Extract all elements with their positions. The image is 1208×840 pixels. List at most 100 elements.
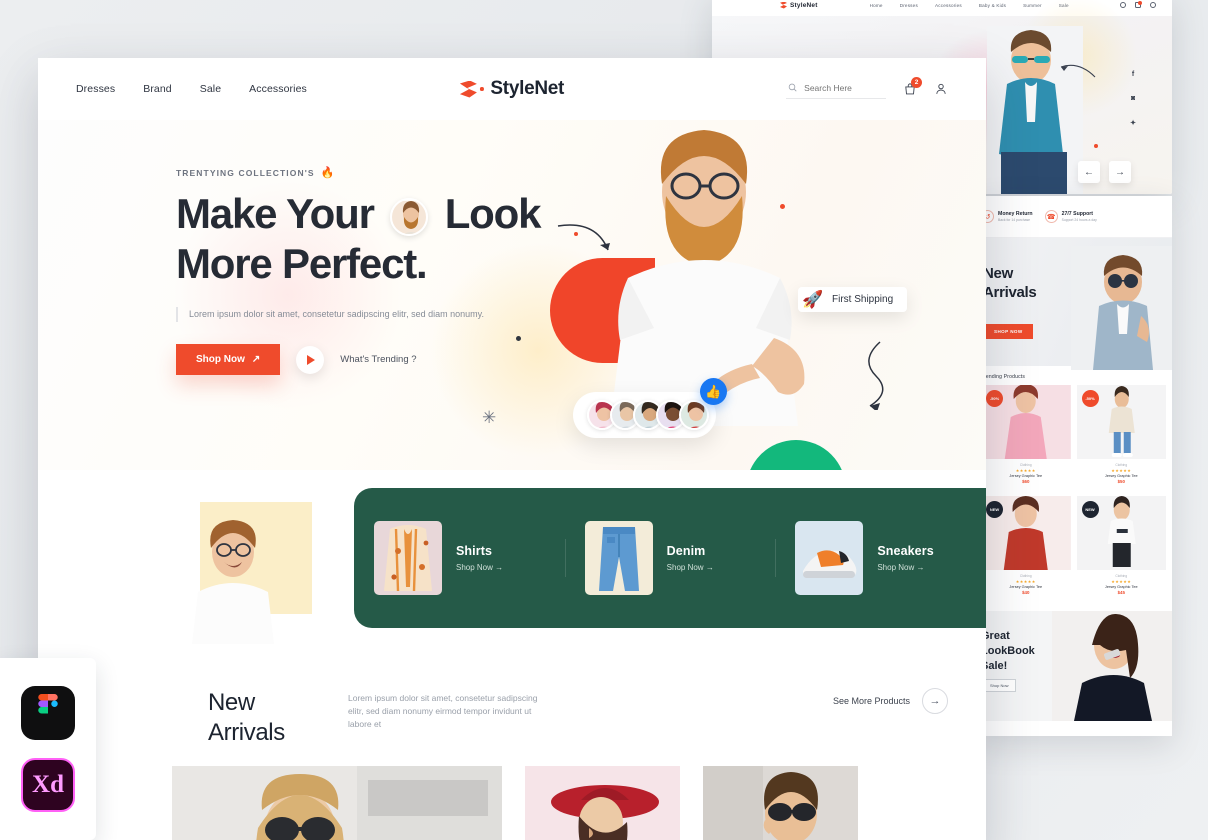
categories-section: Shirts Shop Now → Denim Shop Now → Sneak… [38, 488, 986, 648]
new-arrivals-section: New Arrivals Lorem ipsum dolor sit amet,… [38, 648, 986, 748]
product-tile[interactable] [525, 766, 680, 840]
thumbs-up-badge: 👍 [700, 378, 727, 405]
hero-section: TRENTYING COLLECTION'S 🔥 Make Your Look … [38, 120, 986, 470]
slider-prev-button[interactable]: ← [1078, 161, 1100, 183]
feature-money-return: ↺ Money Return Back for 14 purchase [981, 210, 1033, 223]
user-icon[interactable] [1150, 2, 1156, 8]
hero-title-line2: More Perfect. [176, 240, 428, 287]
search-icon [788, 83, 797, 92]
secondary-panel-logo[interactable]: StyleNet [780, 1, 818, 9]
social-links: f ◙ ✦ [1130, 71, 1136, 127]
secondary-nav-item-accessories[interactable]: Accessories [935, 3, 962, 8]
category-side-photo [180, 502, 312, 644]
feature-title: Money Return [998, 211, 1033, 217]
sneaker-illustration [795, 521, 864, 595]
shop-now-text: Shop Now [666, 563, 704, 572]
twitter-icon[interactable]: ✦ [1130, 119, 1136, 127]
product-tiles-row [38, 748, 986, 840]
stylenet-logo-icon [780, 1, 787, 9]
product-price: $40 [1022, 590, 1030, 595]
feature-subtitle: Support 24 hours a day [1061, 218, 1097, 222]
category-shop-now-link[interactable]: Shop Now → [877, 563, 933, 572]
category-text: Denim Shop Now → [667, 544, 714, 572]
whats-trending-label[interactable]: What's Trending ? [340, 354, 416, 365]
hero-title-part1: Make Your [176, 190, 375, 237]
nav-item-brand[interactable]: Brand [143, 83, 172, 95]
denim-product-image [584, 521, 653, 595]
decorative-dot [516, 336, 521, 341]
arrow-up-right-icon: ↗ [251, 354, 261, 365]
arrow-right-icon: → [916, 563, 925, 572]
cart-button[interactable]: 2 [902, 76, 922, 97]
product-meta: Clothing ★★★★★ Jersey Graphic Tee $40 [981, 570, 1071, 601]
product-price: $60 [1022, 479, 1030, 484]
new-arrivals-line2: Arrivals [208, 719, 285, 746]
slider-next-button[interactable]: → [1109, 161, 1131, 183]
product-category: Clothing [1019, 463, 1032, 467]
smiling-man-illustration [192, 520, 274, 644]
secondary-nav-item-home[interactable]: Home [870, 3, 883, 8]
account-button[interactable] [933, 82, 948, 97]
right-panel-shop-now-button[interactable]: SHOP NOW [984, 324, 1033, 339]
play-button[interactable] [296, 345, 325, 374]
product-card[interactable]: NEW Clothing ★★★★★ Jersey Graphic Tee $4… [1076, 496, 1166, 601]
shirt-product-image [374, 521, 442, 595]
product-tile[interactable] [172, 766, 502, 840]
main-header: Dresses Brand Sale Accessories StyleNet [38, 58, 986, 120]
product-card[interactable]: -50% Clothing ★★★★★ Jersey Graphic Tee $… [981, 385, 1071, 490]
decorative-dot [574, 232, 578, 236]
secondary-hero-model-photo [987, 26, 1083, 194]
product-name: Jersey Graphic Tee [1009, 474, 1043, 478]
figma-badge[interactable] [21, 686, 75, 740]
search-icon[interactable] [1120, 2, 1126, 8]
adobe-xd-badge[interactable]: Xd [21, 758, 75, 812]
nav-item-dresses[interactable]: Dresses [76, 83, 115, 95]
trending-products-section: Trending Products -50% Clothing ★★★★★ Je… [975, 366, 1172, 605]
feature-subtitle: Back for 14 purchase [998, 218, 1031, 222]
brand-logo[interactable]: StyleNet [459, 78, 564, 100]
feature-support: ☎ 27/7 Support Support 24 hours a day [1044, 210, 1097, 223]
product-rating: ★★★★★ [1015, 579, 1036, 584]
play-icon [307, 354, 316, 365]
new-arrivals-line1: New [208, 689, 255, 716]
instagram-icon[interactable]: ◙ [1131, 95, 1135, 102]
product-name: Jersey Graphic Tee [1009, 585, 1043, 589]
hero-kicker-text: TRENTYING COLLECTION'S [176, 167, 315, 178]
nav-item-accessories[interactable]: Accessories [249, 83, 307, 95]
discount-badge: -50% [986, 390, 1003, 407]
man-denim-shirt-illustration [987, 26, 1083, 194]
smiling-man-photo [180, 520, 285, 644]
search-box[interactable] [786, 79, 886, 99]
header-actions: 2 [786, 76, 948, 99]
nav-item-sale[interactable]: Sale [200, 83, 221, 95]
product-card[interactable]: -50% Clothing ★★★★★ Jersey Graphic Tee $… [1076, 385, 1166, 490]
shop-now-label: Shop Now [196, 354, 245, 365]
category-card-shirts[interactable]: Shirts Shop Now → [354, 521, 565, 595]
see-more-label: See More Products [832, 696, 910, 706]
sparkle-icon: ✳ [482, 408, 497, 427]
see-more-products-button[interactable]: See More Products → [833, 688, 948, 714]
main-nav: Dresses Brand Sale Accessories [76, 83, 307, 95]
category-card-denim[interactable]: Denim Shop Now → [564, 521, 776, 595]
category-shop-now-link[interactable]: Shop Now → [456, 563, 503, 572]
product-price: $45 [1117, 590, 1125, 595]
right-column-preview-panel: ↺ Money Return Back for 14 purchase ☎ 27… [975, 196, 1172, 736]
product-name: Jersey Graphic Tee [1104, 474, 1138, 478]
category-shop-now-link[interactable]: Shop Now → [667, 563, 714, 572]
support-icon: ☎ [1044, 210, 1058, 223]
shopping-bag-icon[interactable] [1135, 1, 1142, 8]
shop-now-button[interactable]: Shop Now ↗ [176, 344, 281, 375]
secondary-nav-item-baby-kids[interactable]: Baby & Kids [979, 3, 1006, 8]
secondary-nav-item-dresses[interactable]: Dresses [900, 3, 918, 8]
sneaker-product-image [795, 521, 864, 595]
design-tool-badges: Xd [0, 658, 96, 840]
product-tile[interactable] [703, 766, 858, 840]
promo-shop-now-button[interactable]: Shop Now [982, 679, 1017, 692]
search-input[interactable] [804, 82, 884, 93]
secondary-panel-icon-group [1120, 1, 1162, 8]
facebook-icon[interactable]: f [1132, 71, 1134, 78]
category-name: Sneakers [877, 544, 934, 558]
category-card-sneakers[interactable]: Sneakers Shop Now → [775, 521, 986, 595]
product-card[interactable]: NEW Clothing ★★★★★ Jersey Graphic Tee $4… [981, 496, 1071, 601]
fire-icon: 🔥 [320, 167, 336, 179]
